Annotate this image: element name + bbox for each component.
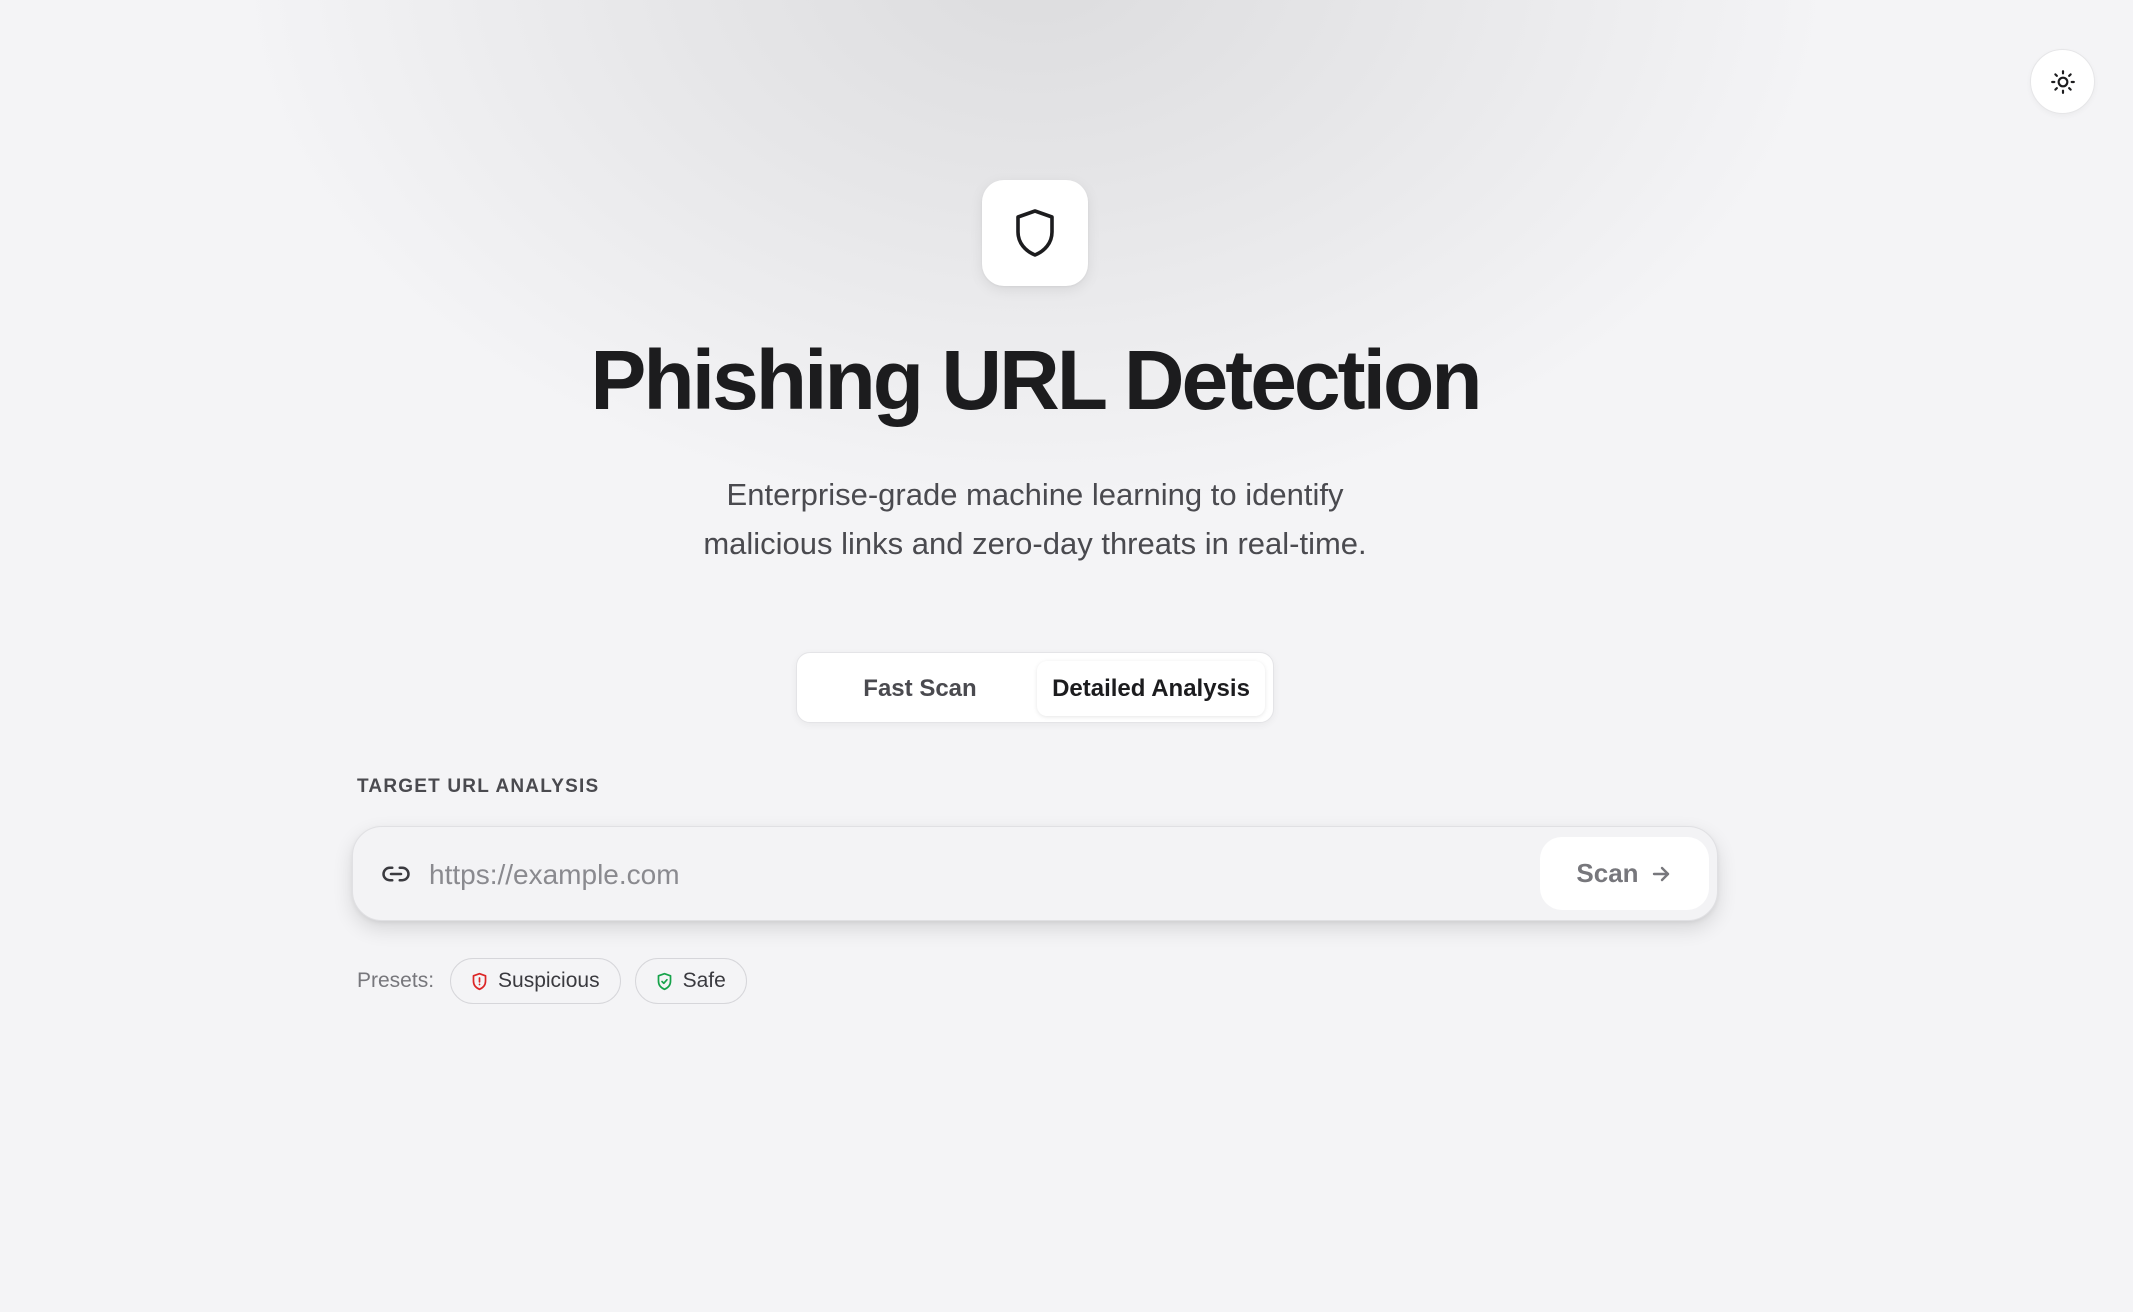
scan-mode-switch: Fast Scan Detailed Analysis: [796, 652, 1274, 723]
tab-detailed-analysis[interactable]: Detailed Analysis: [1037, 661, 1265, 716]
link-icon: [381, 859, 411, 889]
subtitle-line-1: Enterprise-grade machine learning to ide…: [726, 477, 1344, 512]
preset-suspicious-label: Suspicious: [498, 969, 600, 992]
presets-label: Presets:: [357, 969, 435, 992]
shield-alert-icon: [472, 972, 487, 990]
shield-icon: [1016, 209, 1054, 257]
scan-button[interactable]: Scan: [1540, 837, 1709, 910]
page-subtitle: Enterprise-grade machine learning to ide…: [0, 470, 2070, 568]
tab-fast-scan[interactable]: Fast Scan: [807, 661, 1033, 716]
shield-check-icon: [657, 972, 671, 990]
presets-row: Presets: Suspicious Safe: [357, 958, 747, 1004]
subtitle-line-2: malicious links and zero-day threats in …: [703, 526, 1367, 561]
preset-suspicious-chip[interactable]: Suspicious: [450, 958, 621, 1004]
url-bar: Scan: [352, 826, 1718, 921]
preset-safe-chip[interactable]: Safe: [634, 958, 747, 1004]
logo-tile: [982, 180, 1088, 286]
page-title: Phishing URL Detection: [590, 333, 1482, 427]
theme-toggle-button[interactable]: [2030, 49, 2095, 114]
preset-safe-label: Safe: [682, 969, 726, 992]
section-label: TARGET URL ANALYSIS: [357, 776, 600, 797]
url-input[interactable]: [429, 847, 1429, 902]
sun-icon: [2050, 69, 2075, 94]
scan-button-label: Scan: [1576, 858, 1639, 888]
arrow-right-icon: [1652, 866, 1669, 881]
